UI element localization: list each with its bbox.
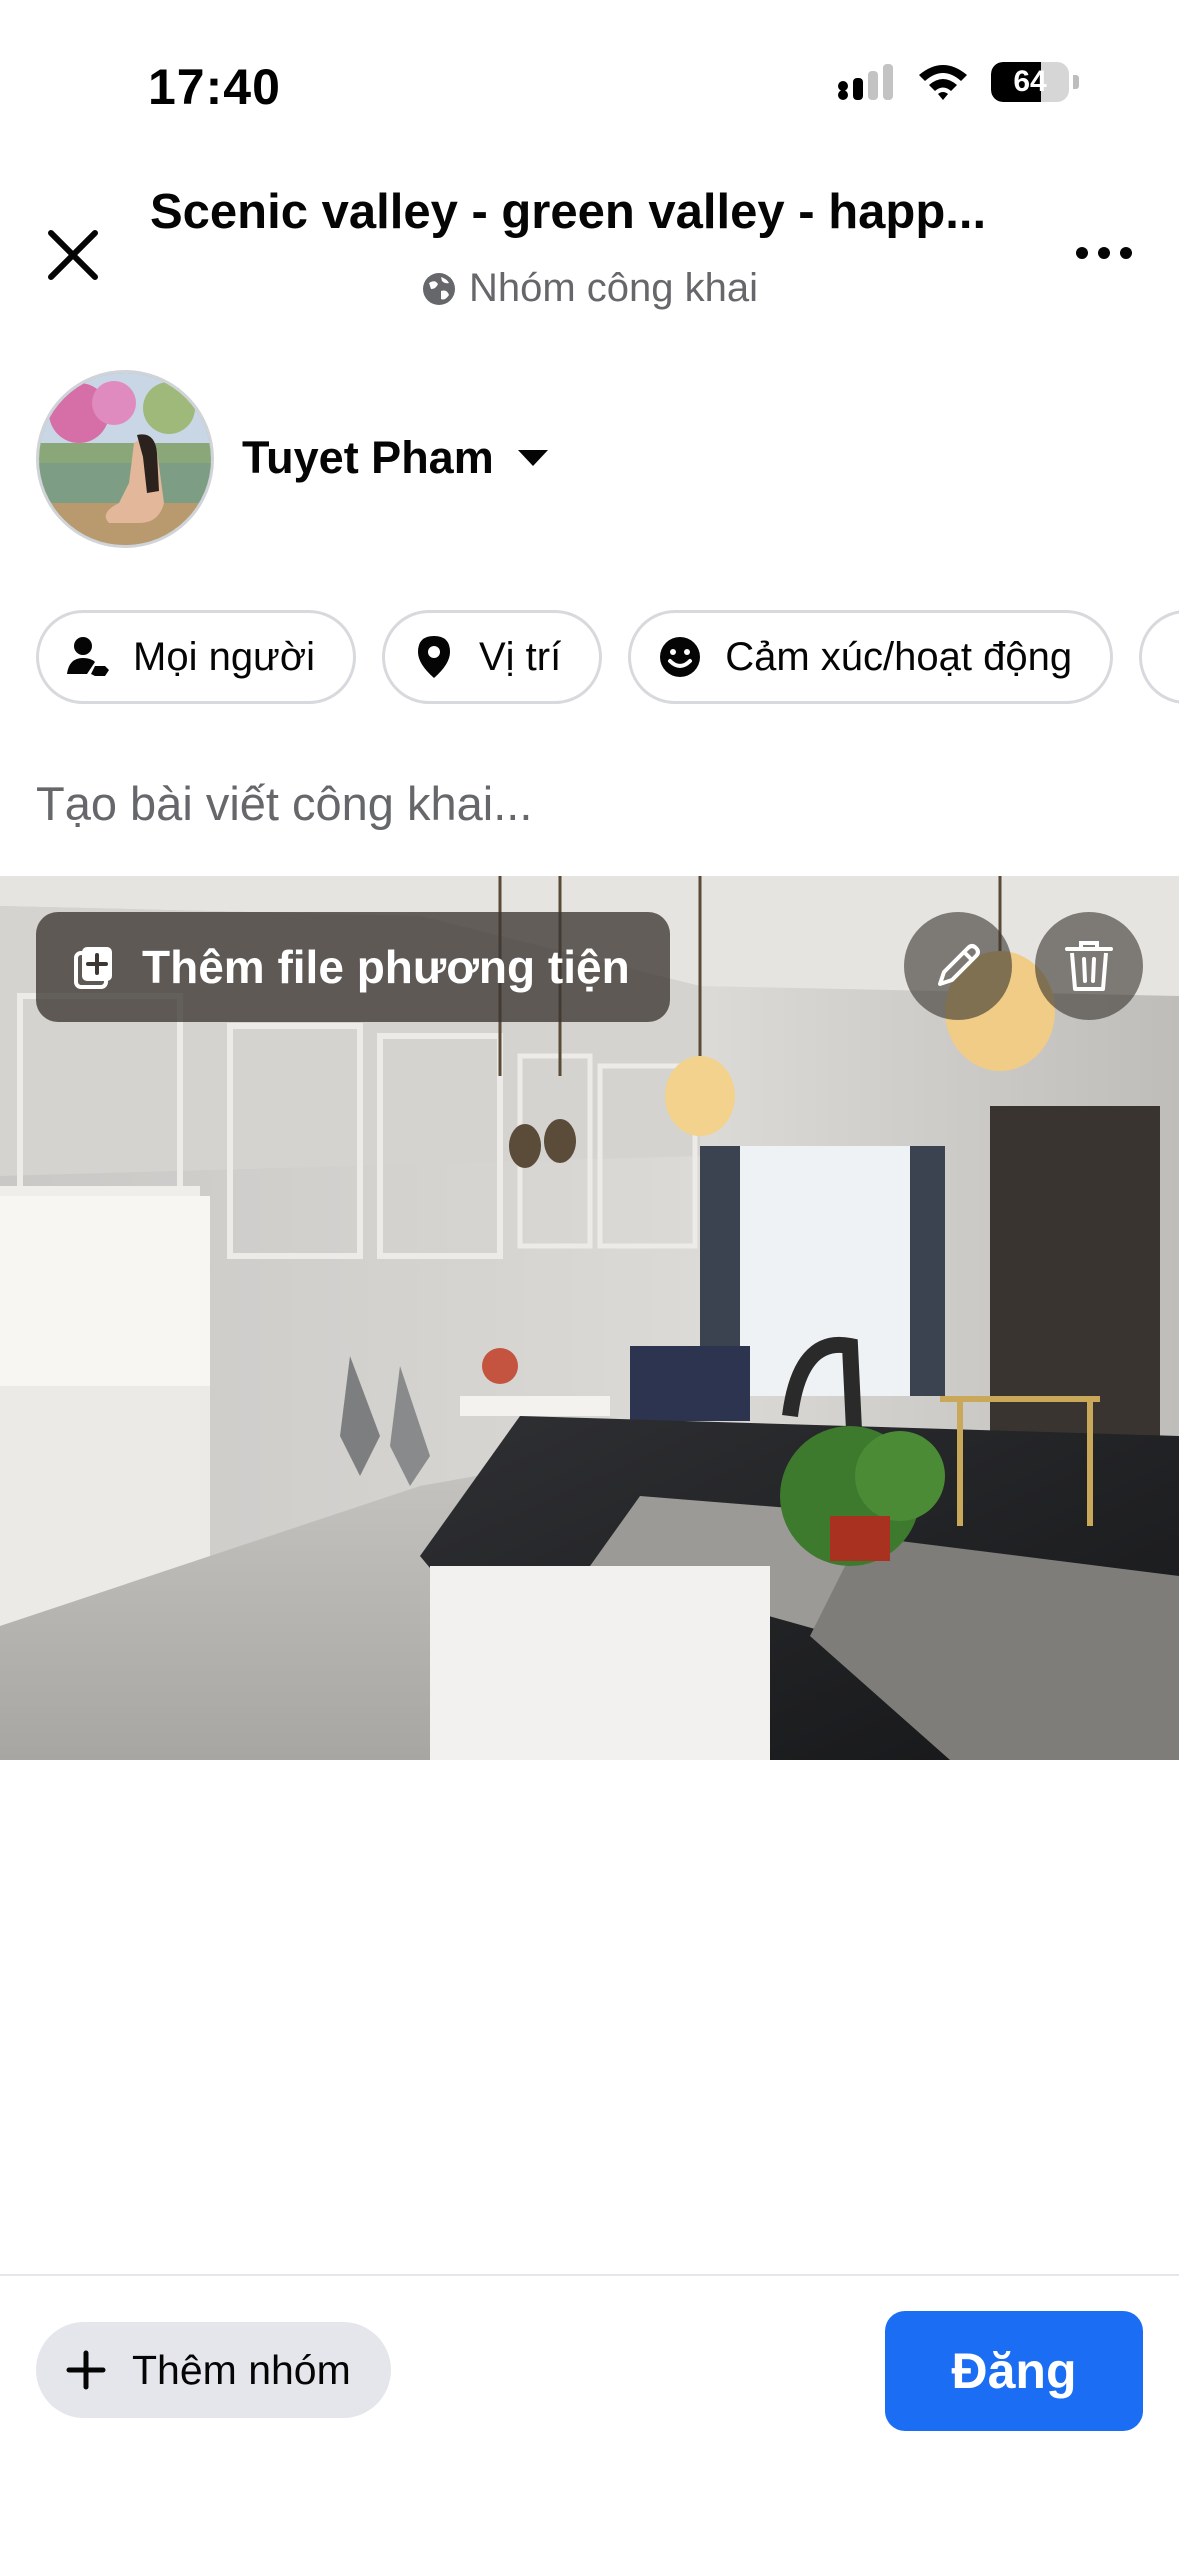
add-media-icon <box>74 947 112 989</box>
feeling-activity-chip[interactable]: Cảm xúc/hoạt động <box>628 610 1114 704</box>
wifi-icon <box>919 65 967 100</box>
battery-percent: 64 <box>1013 65 1047 98</box>
location-pin-icon <box>411 634 457 680</box>
person-icon <box>65 634 111 680</box>
location-chip[interactable]: Vị trí <box>381 610 603 704</box>
cellular-signal-icon <box>838 64 893 100</box>
post-options: Mọi người Vị trí Cảm xúc/hoạt động <box>36 610 1179 705</box>
more-icon-dot <box>1098 247 1110 259</box>
status-bar: 17:40 64 <box>0 0 1179 150</box>
delete-media-button[interactable] <box>1035 912 1143 1020</box>
chip-label: Vị trí <box>478 634 562 679</box>
add-group-label: Thêm nhóm <box>132 2346 351 2393</box>
trash-icon <box>1065 941 1113 991</box>
post-button[interactable]: Đăng <box>885 2311 1143 2431</box>
post-text-input[interactable]: Tạo bài viết công khai... <box>36 776 532 831</box>
add-media-label: Thêm file phương tiện <box>142 941 630 993</box>
battery-icon: 64 <box>991 62 1069 102</box>
tag-people-chip[interactable]: Mọi người <box>36 610 356 704</box>
edit-media-button[interactable] <box>904 912 1012 1020</box>
group-privacy: Nhóm công khai <box>0 266 1179 311</box>
globe-icon <box>422 272 455 305</box>
more-chip-partial[interactable] <box>1139 610 1179 704</box>
group-title: Scenic valley - green valley - happ... <box>150 185 987 239</box>
more-icon <box>1076 247 1088 259</box>
more-options-button[interactable] <box>1069 228 1139 278</box>
chip-label: Cảm xúc/hoạt động <box>725 634 1073 679</box>
plus-icon <box>66 2350 106 2390</box>
status-time: 17:40 <box>148 59 281 115</box>
author-selector[interactable]: Tuyet Pham <box>242 432 548 484</box>
add-group-button[interactable]: Thêm nhóm <box>36 2322 391 2418</box>
add-media-button[interactable]: Thêm file phương tiện <box>36 912 670 1022</box>
caret-down-icon <box>517 450 548 466</box>
status-icons: 64 <box>837 62 1079 102</box>
avatar-image <box>39 373 211 545</box>
avatar[interactable] <box>36 370 214 548</box>
smiley-icon <box>657 634 703 680</box>
privacy-label: Nhóm công khai <box>468 266 759 310</box>
author-name: Tuyet Pham <box>242 432 494 483</box>
chip-label: Mọi người <box>133 634 315 679</box>
pencil-icon <box>938 944 980 986</box>
battery-cap <box>1073 75 1079 89</box>
more-icon-dot <box>1120 247 1132 259</box>
